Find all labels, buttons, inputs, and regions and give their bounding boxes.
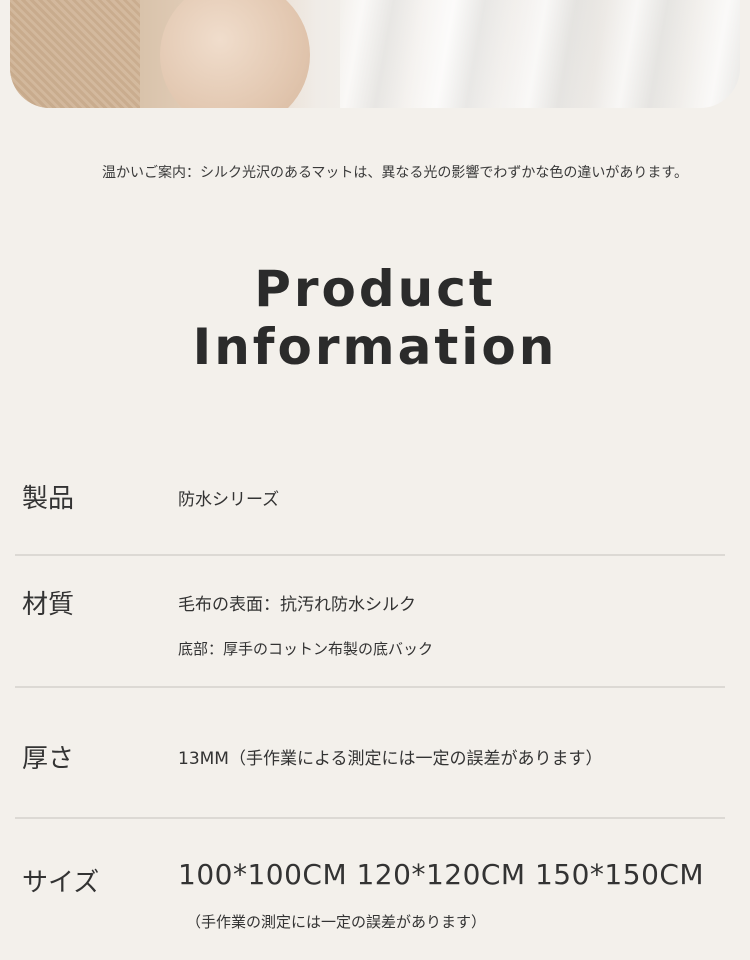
product-label: 製品 — [22, 484, 75, 514]
blanket-texture — [10, 0, 140, 108]
divider — [15, 817, 725, 819]
material-surface-value: 毛布の表面：抗汚れ防水シルク — [178, 595, 416, 615]
material-bottom-value: 底部：厚手のコットン布製の底バック — [178, 640, 434, 658]
product-photo — [10, 0, 740, 108]
silk-fold — [340, 0, 740, 108]
size-value: 100*100CM 120*120CM 150*150CM — [178, 858, 705, 891]
product-value: 防水シリーズ — [178, 490, 280, 510]
page-title: Product Information — [0, 260, 750, 376]
divider — [15, 686, 725, 688]
size-note: （手作業の測定には一定の誤差があります） — [186, 913, 487, 931]
thickness-value: 13MM（手作業による測定には一定の誤差があります） — [178, 749, 603, 769]
divider — [15, 554, 725, 556]
size-label: サイズ — [22, 868, 100, 898]
title-line-2: Information — [192, 318, 558, 376]
title-line-1: Product — [254, 260, 496, 318]
color-notice: 温かいご案内：シルク光沢のあるマットは、異なる光の影響でわずかな色の違いがありま… — [101, 165, 689, 181]
material-label: 材質 — [22, 590, 75, 620]
thickness-label: 厚さ — [22, 744, 75, 774]
leg-skin — [160, 0, 310, 108]
